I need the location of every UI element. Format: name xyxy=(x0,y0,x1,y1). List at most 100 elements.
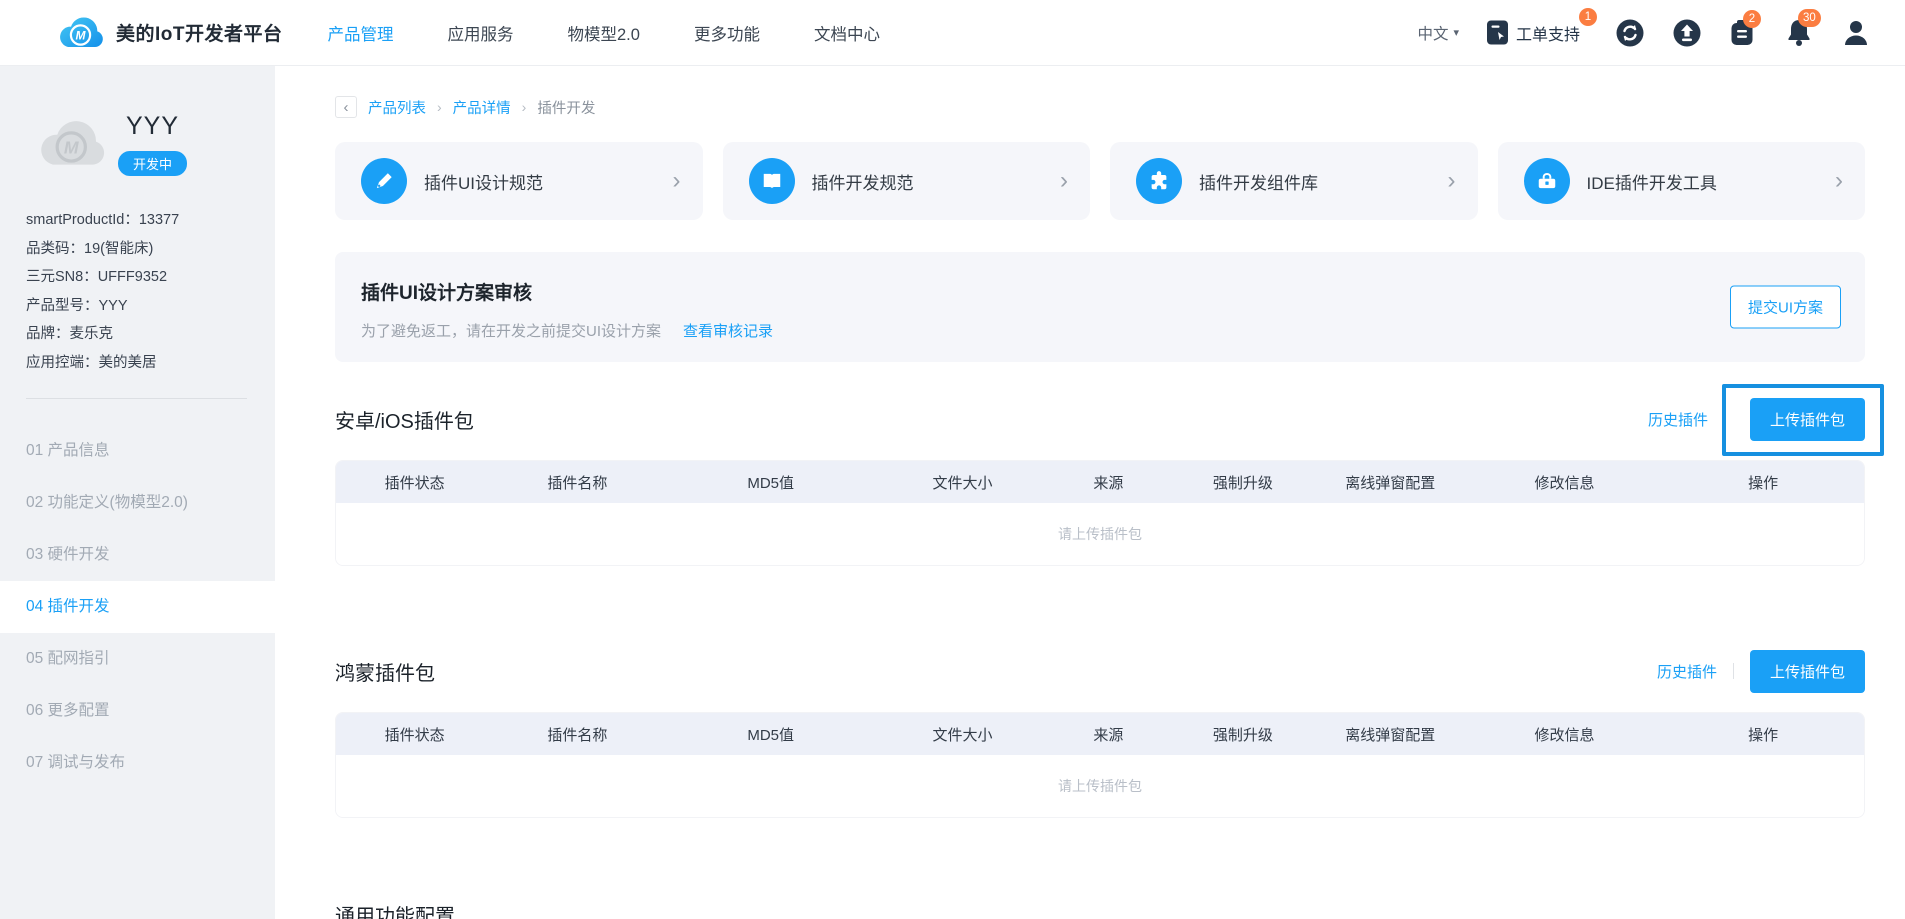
submit-ui-plan-button[interactable]: 提交UI方案 xyxy=(1730,286,1841,329)
design-icon xyxy=(361,158,407,204)
empty-row: 请上传插件包 xyxy=(336,755,1864,817)
card-component-library[interactable]: 插件开发组件库 › xyxy=(1110,142,1478,220)
sync-icon xyxy=(1615,18,1645,48)
empty-state-text: 请上传插件包 xyxy=(336,755,1864,817)
product-info-list: smartProductId：13377 品类码：19(智能床) 三元SN8：U… xyxy=(0,176,275,377)
ticket-icon xyxy=(1486,19,1509,46)
info-product-model: 产品型号：YYY xyxy=(26,292,275,321)
col-actions: 操作 xyxy=(1662,461,1864,503)
card-ui-design-spec[interactable]: 插件UI设计规范 › xyxy=(335,142,703,220)
product-name: YYY xyxy=(126,112,179,141)
chevron-right-icon: › xyxy=(1448,169,1456,193)
nav-item-thing-model[interactable]: 物模型2.0 xyxy=(568,21,640,45)
table-header-row: 插件状态 插件名称 MD5值 文件大小 来源 强制升级 离线弹窗配置 修改信息 … xyxy=(336,713,1864,755)
col-offline-popup: 离线弹窗配置 xyxy=(1314,461,1467,503)
card-ide-tools[interactable]: IDE插件开发工具 › xyxy=(1498,142,1866,220)
col-plugin-status: 插件状态 xyxy=(336,461,493,503)
brand-title: 美的IoT开发者平台 xyxy=(116,19,283,46)
sidebar-item-product-info[interactable]: 01 产品信息 xyxy=(0,425,275,477)
col-md5: MD5值 xyxy=(661,713,880,755)
col-modify-info: 修改信息 xyxy=(1467,461,1663,503)
info-category-code: 品类码：19(智能床) xyxy=(26,235,275,264)
nav-item-docs[interactable]: 文档中心 xyxy=(814,21,880,45)
notifications-button[interactable]: 30 xyxy=(1784,17,1814,48)
col-force-upgrade: 强制升级 xyxy=(1172,713,1314,755)
sidebar-item-hardware-dev[interactable]: 03 硬件开发 xyxy=(0,529,275,581)
chevron-right-icon: › xyxy=(1060,169,1068,193)
info-sn8: 三元SN8：UFFF9352 xyxy=(26,263,275,292)
language-selector[interactable]: 中文 ▾ xyxy=(1417,22,1459,44)
main-nav: 产品管理 应用服务 物模型2.0 更多功能 文档中心 xyxy=(328,21,880,45)
breadcrumb: ‹ 产品列表 › 产品详情 › 插件开发 xyxy=(335,96,1865,118)
user-icon xyxy=(1841,18,1871,48)
col-source: 来源 xyxy=(1045,713,1172,755)
message-center-button[interactable]: 2 xyxy=(1729,18,1757,48)
midea-cloud-logo-icon: M xyxy=(58,16,104,50)
info-app-terminal: 应用控端：美的美居 xyxy=(26,349,275,378)
sidebar-item-more-config[interactable]: 06 更多配置 xyxy=(0,685,275,737)
notification-badge: 30 xyxy=(1798,9,1821,27)
history-plugins-link-android[interactable]: 历史插件 xyxy=(1648,409,1708,430)
section-title-android-ios: 安卓/iOS插件包 xyxy=(335,405,1648,434)
profile-button[interactable] xyxy=(1841,18,1871,48)
breadcrumb-product-detail[interactable]: 产品详情 xyxy=(453,97,511,118)
col-force-upgrade: 强制升级 xyxy=(1172,461,1314,503)
ticket-support-button[interactable]: 工单支持 1 xyxy=(1486,19,1580,46)
col-file-size: 文件大小 xyxy=(880,713,1045,755)
harmony-section-header: 鸿蒙插件包 历史插件 上传插件包 xyxy=(335,648,1865,694)
table-header-row: 插件状态 插件名称 MD5值 文件大小 来源 强制升级 离线弹窗配置 修改信息 … xyxy=(336,461,1864,503)
upload-plugin-button-harmony[interactable]: 上传插件包 xyxy=(1750,650,1865,693)
breadcrumb-back-button[interactable]: ‹ xyxy=(335,96,357,118)
nav-item-more[interactable]: 更多功能 xyxy=(694,21,760,45)
review-hint: 为了避免返工，请在开发之前提交UI设计方案 xyxy=(361,320,661,341)
chevron-right-icon: › xyxy=(1835,169,1843,193)
sidebar-menu: 01 产品信息 02 功能定义(物模型2.0) 03 硬件开发 04 插件开发 … xyxy=(0,425,275,789)
card-dev-spec[interactable]: 插件开发规范 › xyxy=(723,142,1091,220)
ticket-badge: 1 xyxy=(1579,8,1597,26)
col-plugin-status: 插件状态 xyxy=(336,713,493,755)
nav-item-product[interactable]: 产品管理 xyxy=(328,21,394,45)
top-navbar: M 美的IoT开发者平台 产品管理 应用服务 物模型2.0 更多功能 文档中心 … xyxy=(0,0,1905,66)
brand: M 美的IoT开发者平台 xyxy=(58,16,283,50)
empty-row: 请上传插件包 xyxy=(336,503,1864,565)
android-ios-plugin-table: 插件状态 插件名称 MD5值 文件大小 来源 强制升级 离线弹窗配置 修改信息 … xyxy=(335,460,1865,566)
info-smart-product-id: smartProductId：13377 xyxy=(26,206,275,235)
chevron-right-icon: › xyxy=(673,169,681,193)
sidebar-divider xyxy=(26,398,247,399)
col-file-size: 文件大小 xyxy=(880,461,1045,503)
book-icon xyxy=(749,158,795,204)
col-md5: MD5值 xyxy=(661,461,880,503)
sidebar-item-network-guide[interactable]: 05 配网指引 xyxy=(0,633,275,685)
empty-state-text: 请上传插件包 xyxy=(336,503,1864,565)
common-function-config-title: 通用功能配置 xyxy=(335,900,1865,919)
sidebar-item-plugin-dev[interactable]: 04 插件开发 xyxy=(0,581,275,633)
caret-down-icon: ▾ xyxy=(1453,26,1459,39)
history-plugins-link-harmony[interactable]: 历史插件 xyxy=(1657,661,1717,682)
product-sidebar: M YYY 开发中 smartProductId：13377 品类码：19(智能… xyxy=(0,66,275,919)
upload-plugin-button-android[interactable]: 上传插件包 xyxy=(1750,398,1865,441)
product-profile: M YYY 开发中 xyxy=(0,66,275,176)
sidebar-item-debug-release[interactable]: 07 调试与发布 xyxy=(0,737,275,789)
col-modify-info: 修改信息 xyxy=(1467,713,1663,755)
review-records-link[interactable]: 查看审核记录 xyxy=(683,320,773,341)
sidebar-item-function-definition[interactable]: 02 功能定义(物模型2.0) xyxy=(0,477,275,529)
android-ios-section-header: 安卓/iOS插件包 历史插件 上传插件包 xyxy=(335,396,1865,442)
col-offline-popup: 离线弹窗配置 xyxy=(1314,713,1467,755)
col-source: 来源 xyxy=(1045,461,1172,503)
svg-text:M: M xyxy=(76,28,87,42)
status-badge: 开发中 xyxy=(118,151,187,176)
ui-review-panel: 插件UI设计方案审核 为了避免返工，请在开发之前提交UI设计方案 查看审核记录 … xyxy=(335,252,1865,362)
product-avatar: M xyxy=(38,119,106,169)
breadcrumb-separator-icon: › xyxy=(522,99,527,115)
col-plugin-name: 插件名称 xyxy=(493,461,661,503)
col-plugin-name: 插件名称 xyxy=(493,713,661,755)
harmony-plugin-table: 插件状态 插件名称 MD5值 文件大小 来源 强制升级 离线弹窗配置 修改信息 … xyxy=(335,712,1865,818)
breadcrumb-current: 插件开发 xyxy=(537,97,595,118)
vertical-divider xyxy=(1733,663,1734,679)
sync-button[interactable] xyxy=(1615,18,1645,48)
breadcrumb-product-list[interactable]: 产品列表 xyxy=(368,97,426,118)
nav-item-app-service[interactable]: 应用服务 xyxy=(448,21,514,45)
upgrade-button[interactable] xyxy=(1672,18,1702,48)
breadcrumb-separator-icon: › xyxy=(437,99,442,115)
message-badge: 2 xyxy=(1743,10,1761,28)
